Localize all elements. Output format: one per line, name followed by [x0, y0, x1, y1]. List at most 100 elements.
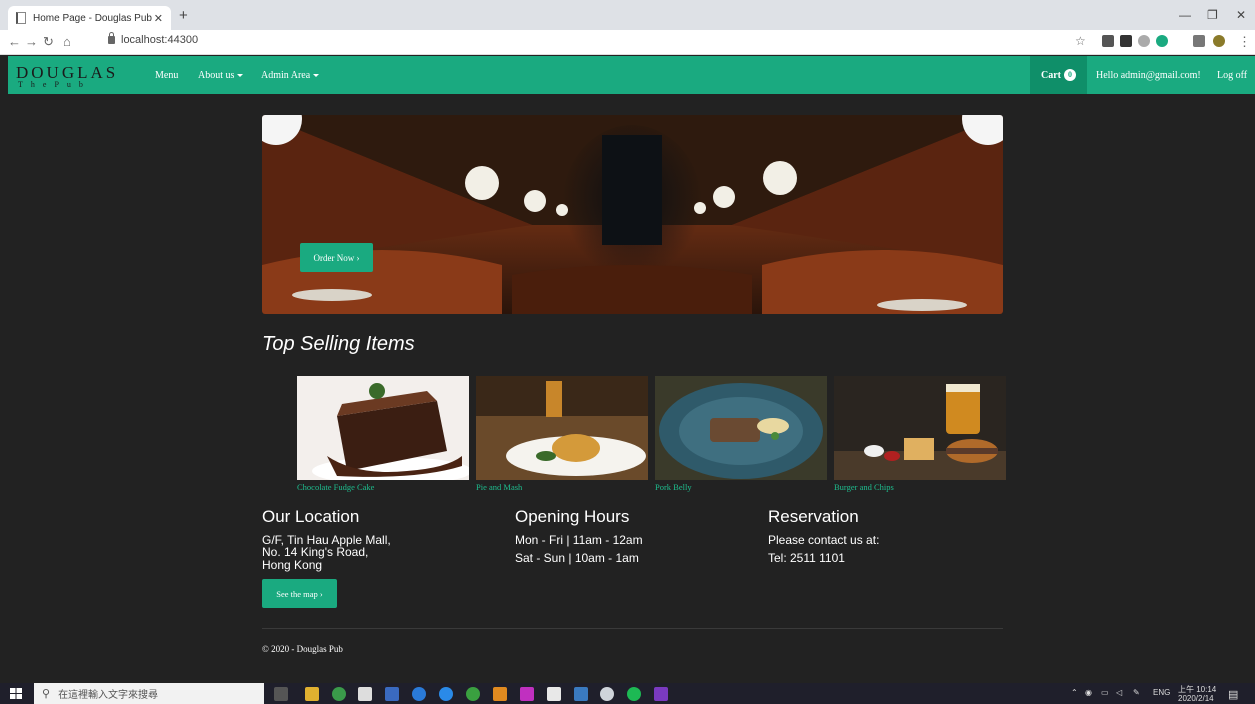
profile-avatar-icon[interactable] — [1213, 35, 1225, 47]
user-greeting-link[interactable]: Hello admin@gmail.com! — [1096, 70, 1201, 81]
chocolate-cake-image — [297, 376, 469, 480]
product-name[interactable]: Pie and Mash — [476, 482, 648, 492]
clock-date[interactable]: 2020/2/14 — [1178, 694, 1214, 703]
reservation-title: Reservation — [768, 507, 859, 526]
restaurant-interior-image — [262, 115, 1003, 314]
file-explorer-icon[interactable] — [305, 687, 319, 701]
cart-label: Cart — [1041, 69, 1061, 81]
brand-tagline: ThePub — [18, 80, 91, 89]
reservation-line: Please contact us at: — [768, 533, 880, 547]
tray-pen-icon[interactable]: ✎ — [1133, 688, 1140, 697]
chrome-icon[interactable] — [332, 687, 346, 701]
address-bar-row: ← → ↻ ⌂ localhost:44300 ☆ ⋮ — [0, 30, 1255, 55]
nav-admin-label: Admin Area — [261, 70, 311, 81]
app-icon[interactable] — [466, 687, 480, 701]
back-icon[interactable]: ← — [8, 34, 21, 49]
cart-count-badge: 0 — [1064, 69, 1076, 81]
visual-studio-icon[interactable] — [654, 687, 668, 701]
product-card[interactable]: Chocolate Fudge Cake — [297, 376, 469, 492]
nav-menu-link[interactable]: Menu — [155, 70, 178, 81]
location-line: Hong Kong — [262, 558, 323, 572]
tab-title: Home Page - Douglas Pub — [33, 12, 152, 24]
browser-tab[interactable]: Home Page - Douglas Pub ✕ — [8, 6, 171, 30]
nav-about-dropdown[interactable]: About us — [198, 70, 244, 81]
product-image[interactable] — [834, 376, 1006, 480]
product-image[interactable] — [655, 376, 827, 480]
app-icon[interactable] — [574, 687, 588, 701]
tray-network-icon[interactable]: ◉ — [1085, 688, 1092, 697]
url-field[interactable]: localhost:44300 — [108, 32, 199, 46]
spotify-icon[interactable] — [627, 687, 641, 701]
app-icon[interactable] — [520, 687, 534, 701]
reading-list-icon[interactable] — [1193, 35, 1205, 47]
taskbar-search-box[interactable]: ⚲ 在這裡輸入文字來搜尋 — [34, 683, 264, 704]
top-selling-title: Top Selling Items — [262, 333, 415, 355]
bookmark-star-icon[interactable]: ☆ — [1075, 34, 1086, 48]
tray-sound-icon[interactable]: ◁ — [1116, 688, 1122, 697]
location-line: No. 14 King's Road, — [262, 545, 369, 559]
search-icon: ⚲ — [42, 688, 51, 700]
reload-icon[interactable]: ↻ — [43, 34, 54, 50]
minimize-icon[interactable]: — — [1179, 8, 1191, 22]
footer-divider — [262, 628, 1003, 629]
app-icon[interactable] — [493, 687, 507, 701]
extension-icon[interactable] — [1102, 35, 1114, 47]
url-text: localhost:44300 — [121, 34, 199, 46]
store-icon[interactable] — [547, 687, 561, 701]
browser-tab-strip: Home Page - Douglas Pub ✕ + — ❐ ✕ — [0, 0, 1255, 30]
browser-menu-icon[interactable]: ⋮ — [1238, 34, 1251, 50]
hours-line: Sat - Sun | 10am - 1am — [515, 551, 639, 565]
order-now-button[interactable]: Order Now › — [300, 243, 373, 272]
product-name[interactable]: Chocolate Fudge Cake — [297, 482, 469, 492]
page-favicon-icon — [16, 12, 26, 24]
brand-logo[interactable]: DOUGLAS ThePub — [16, 63, 118, 89]
extension-icon[interactable] — [1120, 35, 1132, 47]
taskbar-search-placeholder: 在這裡輸入文字來搜尋 — [58, 690, 159, 701]
app-icon[interactable] — [600, 687, 614, 701]
hours-line: Mon - Fri | 11am - 12am — [515, 533, 643, 547]
location-title: Our Location — [262, 507, 360, 526]
tab-close-icon[interactable]: ✕ — [154, 12, 163, 25]
tray-volume-icon[interactable]: ▭ — [1101, 688, 1109, 697]
home-icon[interactable]: ⌂ — [63, 34, 71, 49]
product-card[interactable]: Burger and Chips — [834, 376, 1006, 492]
app-icon[interactable] — [385, 687, 399, 701]
cart-label-wrap: Cart 0 — [1041, 69, 1076, 81]
caret-down-icon — [237, 74, 244, 78]
extension-icon[interactable] — [1156, 35, 1168, 47]
nav-admin-dropdown[interactable]: Admin Area — [261, 70, 320, 81]
pie-and-mash-image — [476, 376, 648, 480]
new-tab-icon[interactable]: + — [179, 7, 188, 24]
burger-and-chips-image — [834, 376, 1006, 480]
product-image[interactable] — [476, 376, 648, 480]
language-indicator[interactable]: ENG — [1153, 688, 1170, 697]
see-map-button[interactable]: See the map › — [262, 579, 337, 608]
edge-icon[interactable] — [412, 687, 426, 701]
mail-icon[interactable] — [358, 687, 372, 701]
forward-icon[interactable]: → — [25, 34, 38, 49]
extension-icon[interactable] — [1138, 35, 1150, 47]
product-card[interactable]: Pork Belly — [655, 376, 827, 492]
site-navbar: DOUGLAS ThePub Menu About us Admin Area … — [8, 56, 1255, 94]
cart-link[interactable]: Cart 0 — [1030, 56, 1087, 94]
restore-icon[interactable]: ❐ — [1207, 8, 1218, 22]
reservation-phone: Tel: 2511 1101 — [768, 551, 845, 565]
product-name[interactable]: Burger and Chips — [834, 482, 1006, 492]
hours-title: Opening Hours — [515, 507, 630, 526]
product-name[interactable]: Pork Belly — [655, 482, 827, 492]
task-view-icon[interactable] — [274, 687, 288, 701]
close-window-icon[interactable]: ✕ — [1236, 8, 1246, 22]
product-card[interactable]: Pie and Mash — [476, 376, 648, 492]
pork-belly-image — [655, 376, 827, 480]
product-image[interactable] — [297, 376, 469, 480]
windows-taskbar: ⚲ 在這裡輸入文字來搜尋 ⌃ ◉ ▭ ◁ ✎ ENG 上午 10:14 2020… — [0, 683, 1255, 704]
caret-down-icon — [313, 74, 320, 78]
internet-explorer-icon[interactable] — [439, 687, 453, 701]
windows-start-icon[interactable] — [10, 688, 22, 699]
log-off-link[interactable]: Log off — [1217, 70, 1247, 81]
footer-copyright: © 2020 - Douglas Pub — [262, 644, 343, 654]
notifications-icon[interactable]: ▤ — [1228, 688, 1238, 701]
tray-chevron-icon[interactable]: ⌃ — [1071, 688, 1078, 697]
lock-icon — [108, 32, 115, 44]
nav-about-label: About us — [198, 70, 235, 81]
